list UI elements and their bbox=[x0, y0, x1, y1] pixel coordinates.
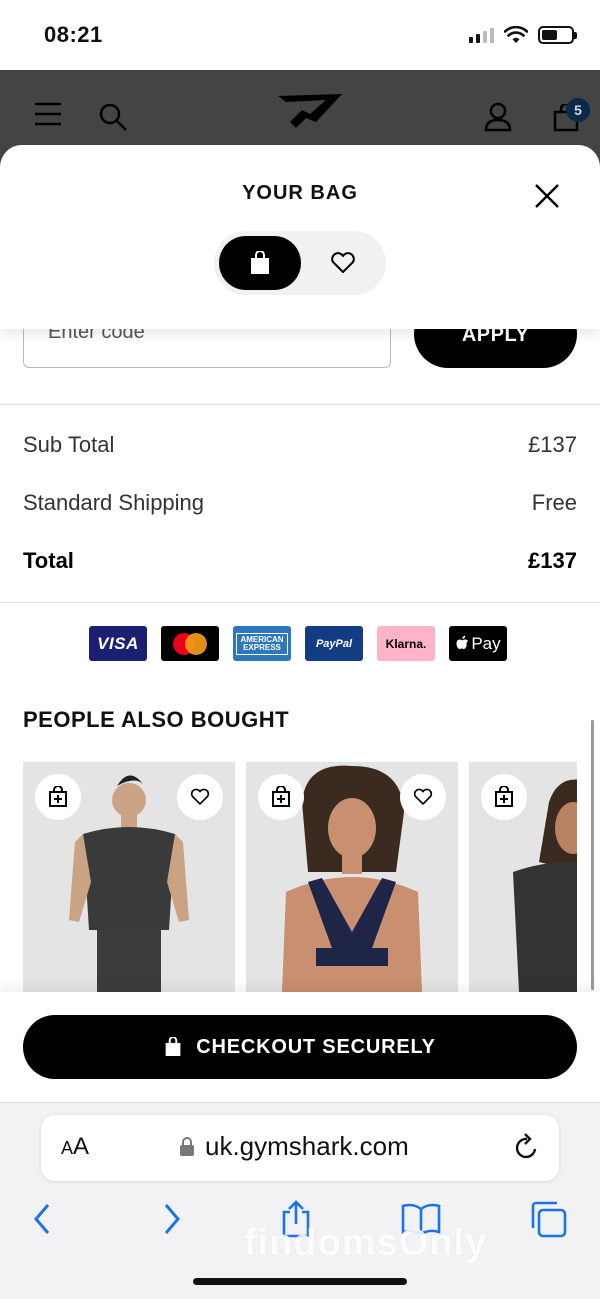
menu-icon[interactable] bbox=[33, 100, 63, 128]
apple-pay-label: Pay bbox=[471, 633, 501, 653]
add-to-bag-icon bbox=[272, 786, 290, 807]
checkout-button[interactable]: CHECKOUT SECURELY bbox=[23, 1015, 577, 1079]
add-to-bag-icon bbox=[49, 786, 67, 807]
gymshark-logo[interactable] bbox=[276, 92, 344, 142]
cart-count-badge: 5 bbox=[566, 98, 590, 122]
checkout-label: CHECKOUT SECURELY bbox=[196, 1035, 436, 1058]
checkout-bar: CHECKOUT SECURELY bbox=[0, 992, 600, 1102]
visa-logo: VISA bbox=[89, 626, 147, 661]
payment-methods: VISA AMERICAN EXPRESS PayPal Klarna. Pay bbox=[89, 626, 507, 661]
browser-toolbar: AA uk.gymshark.com bbox=[0, 1102, 600, 1299]
product-card[interactable] bbox=[246, 762, 458, 992]
search-icon[interactable] bbox=[98, 102, 128, 132]
lock-icon bbox=[180, 1137, 194, 1156]
aa-small: A bbox=[61, 1138, 74, 1158]
back-button[interactable] bbox=[22, 1199, 62, 1239]
divider bbox=[0, 602, 600, 603]
shipping-row: Standard Shipping Free bbox=[23, 490, 577, 516]
battery-icon bbox=[538, 26, 577, 44]
wishlist-button[interactable] bbox=[400, 774, 446, 820]
forward-button[interactable] bbox=[152, 1199, 192, 1239]
product-card[interactable] bbox=[469, 762, 577, 992]
heart-icon bbox=[413, 788, 433, 805]
amex-line2: EXPRESS bbox=[243, 642, 281, 652]
cellular-signal-icon bbox=[469, 27, 494, 43]
aa-large: A bbox=[73, 1133, 90, 1160]
total-row: Total £137 bbox=[23, 548, 577, 574]
tabs-button[interactable] bbox=[528, 1199, 568, 1239]
apple-icon bbox=[456, 635, 469, 649]
wifi-icon bbox=[504, 26, 528, 43]
reload-icon[interactable] bbox=[513, 1133, 541, 1163]
subtotal-label: Sub Total bbox=[23, 432, 115, 457]
product-carousel[interactable] bbox=[23, 762, 577, 992]
subtotal-row: Sub Total £137 bbox=[23, 432, 577, 458]
heart-icon bbox=[331, 252, 355, 273]
amex-logo: AMERICAN EXPRESS bbox=[233, 626, 291, 661]
quick-add-button[interactable] bbox=[481, 774, 527, 820]
wishlist-button[interactable] bbox=[177, 774, 223, 820]
sheet-title: YOUR BAG bbox=[242, 182, 358, 204]
reader-text-size-button[interactable]: AA bbox=[61, 1133, 89, 1161]
shopping-bag-icon bbox=[251, 251, 269, 274]
add-to-bag-icon bbox=[495, 786, 513, 807]
paypal-logo: PayPal bbox=[305, 626, 363, 661]
shipping-value: Free bbox=[531, 490, 577, 515]
quick-add-button[interactable] bbox=[258, 774, 304, 820]
status-time: 08:21 bbox=[44, 22, 103, 47]
home-indicator[interactable] bbox=[193, 1278, 407, 1285]
heart-icon bbox=[190, 788, 210, 805]
status-icons bbox=[469, 26, 577, 44]
total-value: £137 bbox=[528, 548, 577, 573]
shopping-bag-icon bbox=[165, 1037, 181, 1056]
status-bar: 08:21 bbox=[0, 0, 600, 70]
apple-pay-logo: Pay bbox=[449, 626, 507, 661]
bag-sheet-header: YOUR BAG bbox=[0, 145, 600, 329]
watermark: findomsOnly bbox=[244, 1222, 488, 1264]
url-text: uk.gymshark.com bbox=[205, 1131, 409, 1161]
total-label: Total bbox=[23, 548, 74, 573]
bag-wishlist-toggle bbox=[214, 231, 386, 295]
subtotal-value: £137 bbox=[528, 432, 577, 457]
mastercard-logo bbox=[161, 626, 219, 661]
close-icon[interactable] bbox=[532, 181, 562, 211]
section-title: PEOPLE ALSO BOUGHT bbox=[23, 707, 290, 732]
chevron-left-icon bbox=[34, 1204, 50, 1234]
shipping-label: Standard Shipping bbox=[23, 490, 205, 515]
klarna-logo: Klarna. bbox=[377, 626, 435, 661]
account-icon[interactable] bbox=[484, 102, 512, 132]
scrollbar[interactable] bbox=[591, 720, 594, 990]
tab-bag[interactable] bbox=[219, 236, 301, 290]
product-card[interactable] bbox=[23, 762, 235, 992]
quick-add-button[interactable] bbox=[35, 774, 81, 820]
tabs-icon bbox=[531, 1201, 567, 1238]
divider bbox=[0, 404, 600, 405]
tab-wishlist[interactable] bbox=[316, 249, 370, 277]
chevron-right-icon bbox=[164, 1204, 180, 1234]
address-bar[interactable]: AA uk.gymshark.com bbox=[41, 1115, 559, 1181]
